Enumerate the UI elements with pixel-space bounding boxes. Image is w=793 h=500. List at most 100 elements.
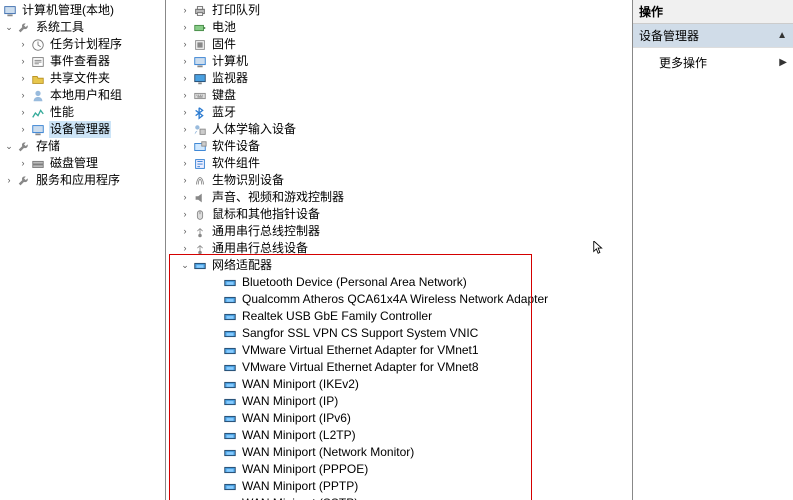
firmware-icon — [192, 37, 208, 53]
chevron-right-icon[interactable]: › — [180, 227, 190, 237]
network-adapter-item[interactable]: WAN Miniport (IP) — [166, 393, 632, 410]
nav-item[interactable]: ›事件查看器 — [0, 53, 165, 70]
network-adapter-item[interactable]: WAN Miniport (L2TP) — [166, 427, 632, 444]
nav-item[interactable]: ›磁盘管理 — [0, 155, 165, 172]
keyboard-icon — [192, 88, 208, 104]
chevron-right-icon[interactable]: › — [18, 108, 28, 118]
chevron-right-icon[interactable]: › — [18, 125, 28, 135]
network-icon — [222, 360, 238, 376]
battery-icon — [192, 20, 208, 36]
network-adapter-item[interactable]: Realtek USB GbE Family Controller — [166, 308, 632, 325]
more-actions-label: 更多操作 — [659, 54, 707, 71]
chevron-right-icon[interactable]: › — [18, 74, 28, 84]
network-adapter-item[interactable]: WAN Miniport (IPv6) — [166, 410, 632, 427]
device-category[interactable]: ›人体学输入设备 — [166, 121, 632, 138]
chevron-right-icon[interactable]: › — [18, 40, 28, 50]
usb-controller-icon — [192, 224, 208, 240]
network-icon — [222, 496, 238, 500]
network-adapter-item[interactable]: Sangfor SSL VPN CS Support System VNIC — [166, 325, 632, 342]
device-category[interactable]: ›电池 — [166, 19, 632, 36]
device-label: 软件设备 — [211, 138, 261, 155]
nav-group-label: 存储 — [35, 138, 61, 155]
device-label: Bluetooth Device (Personal Area Network) — [241, 274, 468, 291]
device-category[interactable]: ›计算机 — [166, 53, 632, 70]
device-category[interactable]: ›打印队列 — [166, 2, 632, 19]
chevron-right-icon[interactable]: › — [4, 176, 14, 186]
device-category[interactable]: ›鼠标和其他指针设备 — [166, 206, 632, 223]
device-category[interactable]: ⌄网络适配器 — [166, 257, 632, 274]
computer-icon — [192, 54, 208, 70]
chevron-right-icon[interactable]: › — [180, 23, 190, 33]
chevron-right-icon[interactable]: › — [180, 176, 190, 186]
spacer-icon — [210, 414, 220, 424]
device-category[interactable]: › 键盘 — [166, 87, 632, 104]
device-category[interactable]: ›声音、视频和游戏控制器 — [166, 189, 632, 206]
device-label: 监视器 — [211, 70, 249, 87]
spacer-icon — [210, 329, 220, 339]
chevron-right-icon[interactable]: › — [180, 91, 190, 101]
chevron-right-icon[interactable]: › — [180, 74, 190, 84]
device-category[interactable]: ›生物识别设备 — [166, 172, 632, 189]
chevron-right-icon[interactable]: › — [18, 159, 28, 169]
nav-item[interactable]: › 共享文件夹 — [0, 70, 165, 87]
device-label: 键盘 — [211, 87, 237, 104]
nav-item[interactable]: ›性能 — [0, 104, 165, 121]
device-category[interactable]: › 通用串行总线控制器 — [166, 223, 632, 240]
chevron-right-icon[interactable]: › — [180, 57, 190, 67]
network-adapter-item[interactable]: WAN Miniport (IKEv2) — [166, 376, 632, 393]
network-adapter-item[interactable]: WAN Miniport (PPPOE) — [166, 461, 632, 478]
nav-item[interactable]: › 设备管理器 — [0, 121, 165, 138]
network-icon — [222, 275, 238, 291]
device-label: 通用串行总线控制器 — [211, 223, 321, 240]
network-adapter-item[interactable]: Qualcomm Atheros QCA61x4A Wireless Netwo… — [166, 291, 632, 308]
nav-group[interactable]: ›服务和应用程序 — [0, 172, 165, 189]
bluetooth-icon — [192, 105, 208, 121]
actions-section[interactable]: 设备管理器 ▲ — [633, 24, 793, 48]
network-adapter-item[interactable]: WAN Miniport (PPTP) — [166, 478, 632, 495]
chevron-down-icon[interactable]: ⌄ — [180, 261, 190, 271]
device-category[interactable]: ›通用串行总线设备 — [166, 240, 632, 257]
chevron-right-icon[interactable]: › — [180, 6, 190, 16]
device-category[interactable]: › 软件组件 — [166, 155, 632, 172]
network-adapter-item[interactable]: WAN Miniport (Network Monitor) — [166, 444, 632, 461]
chevron-right-icon[interactable]: › — [180, 40, 190, 50]
network-icon — [222, 326, 238, 342]
chevron-right-icon[interactable]: › — [180, 125, 190, 135]
chevron-right-icon[interactable]: › — [180, 159, 190, 169]
nav-group[interactable]: ⌄系统工具 — [0, 19, 165, 36]
event-viewer-icon — [30, 54, 46, 70]
chevron-down-icon[interactable]: ⌄ — [4, 142, 14, 152]
nav-group[interactable]: ⌄ 存储 — [0, 138, 165, 155]
device-category[interactable]: › 固件 — [166, 36, 632, 53]
wrench-icon — [16, 139, 32, 155]
chevron-right-icon[interactable]: › — [180, 142, 190, 152]
device-tree-panel: ›打印队列›电池›固件›计算机›监视器›键盘›蓝牙›人体学输入设备›软件设备›软… — [166, 0, 633, 500]
device-category[interactable]: › 监视器 — [166, 70, 632, 87]
chevron-right-icon[interactable]: › — [18, 57, 28, 67]
biometric-icon — [192, 173, 208, 189]
more-actions-item[interactable]: 更多操作 ▶ — [633, 48, 793, 77]
chevron-right-icon[interactable]: › — [180, 244, 190, 254]
network-adapter-item[interactable]: Bluetooth Device (Personal Area Network) — [166, 274, 632, 291]
device-label: 软件组件 — [211, 155, 261, 172]
spacer-icon — [210, 397, 220, 407]
chevron-right-icon[interactable]: › — [180, 193, 190, 203]
nav-root[interactable]: 计算机管理(本地) — [0, 2, 165, 19]
chevron-right-icon[interactable]: › — [180, 108, 190, 118]
network-adapter-item[interactable]: VMware Virtual Ethernet Adapter for VMne… — [166, 342, 632, 359]
network-icon — [192, 258, 208, 274]
nav-item[interactable]: ›本地用户和组 — [0, 87, 165, 104]
chevron-right-icon[interactable]: › — [180, 210, 190, 220]
chevron-right-icon[interactable]: › — [18, 91, 28, 101]
device-category[interactable]: ›蓝牙 — [166, 104, 632, 121]
network-adapter-item[interactable]: WAN Miniport (SSTP) — [166, 495, 632, 500]
chevron-down-icon[interactable]: ⌄ — [4, 23, 14, 33]
nav-item-label: 共享文件夹 — [49, 70, 111, 87]
nav-item[interactable]: ›任务计划程序 — [0, 36, 165, 53]
device-category[interactable]: › 软件设备 — [166, 138, 632, 155]
nav-item-label: 设备管理器 — [49, 121, 111, 138]
device-label: WAN Miniport (PPPOE) — [241, 461, 369, 478]
network-adapter-item[interactable]: VMware Virtual Ethernet Adapter for VMne… — [166, 359, 632, 376]
device-label: 固件 — [211, 36, 237, 53]
device-label: WAN Miniport (SSTP) — [241, 495, 359, 500]
